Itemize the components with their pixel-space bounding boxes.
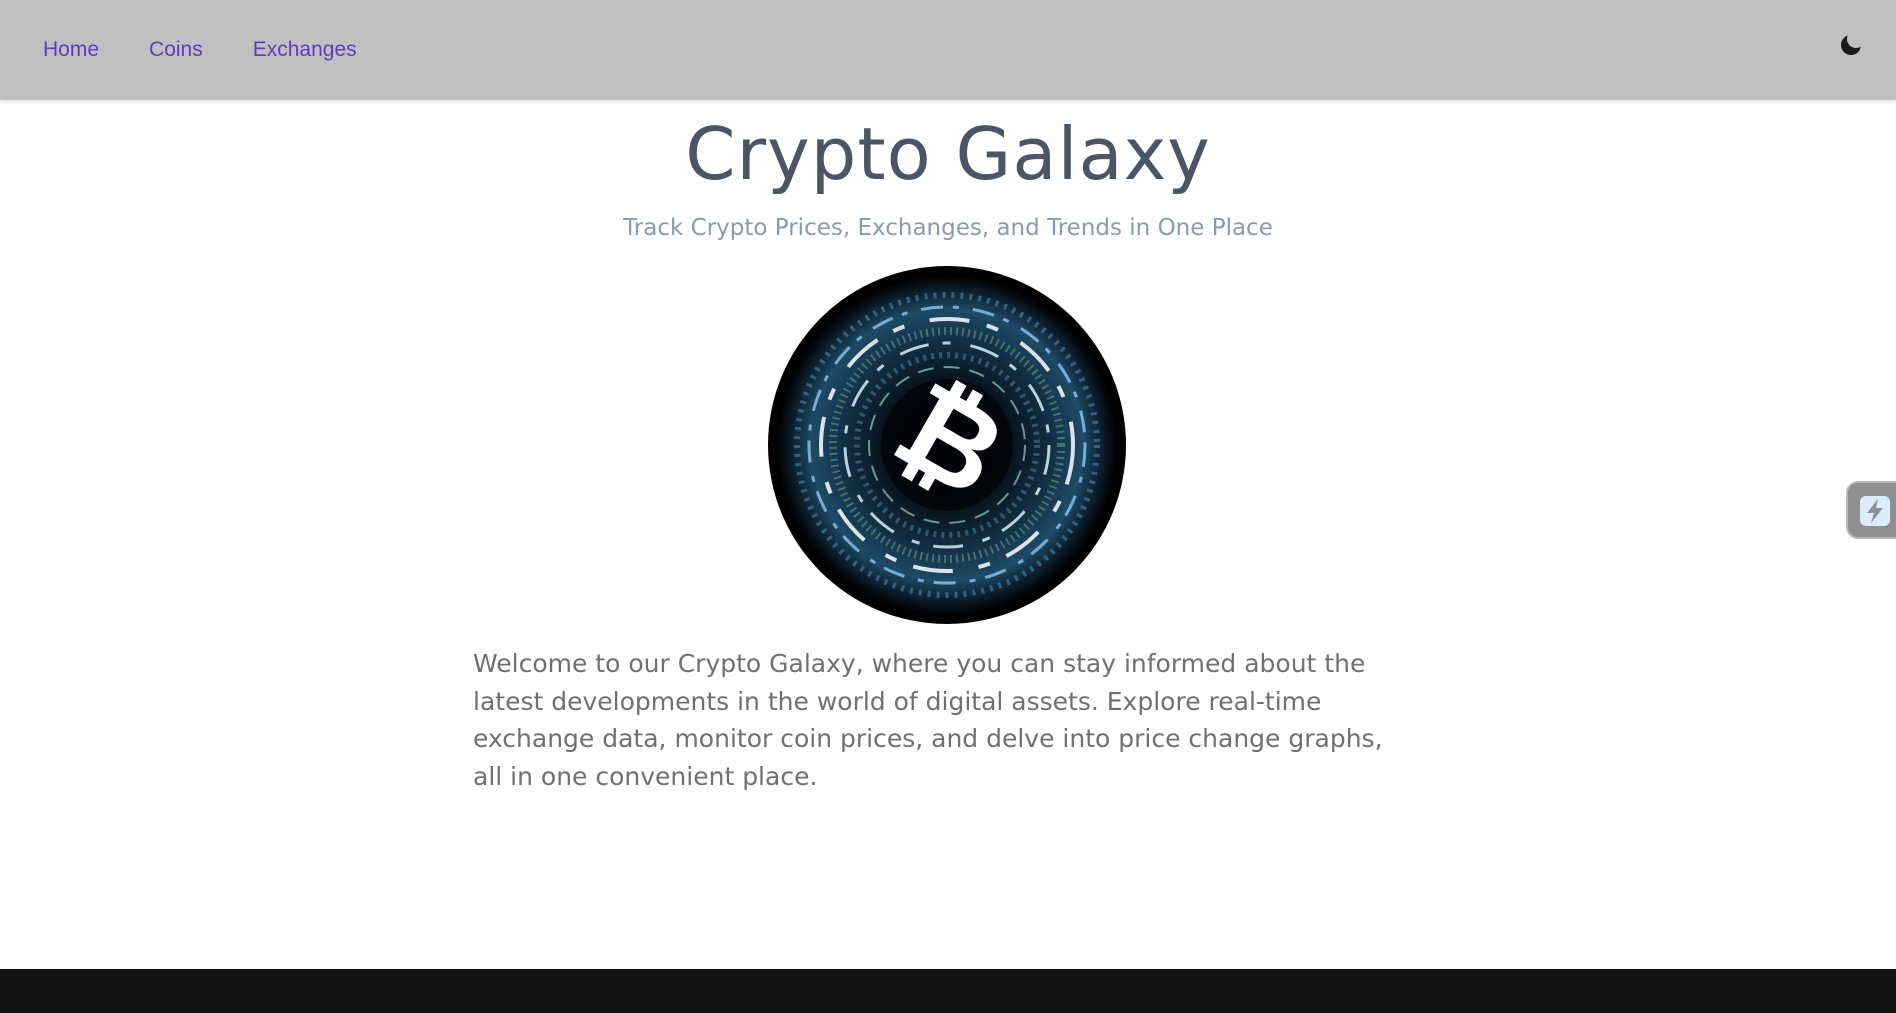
page-footer: [0, 969, 1896, 1013]
bitcoin-hero-image: ₿: [768, 266, 1126, 624]
nav-links: Home Coins Exchanges: [43, 38, 357, 62]
theme-toggle-button[interactable]: [1836, 30, 1866, 60]
bitcoin-icon: ₿: [768, 266, 1126, 624]
nav-link-coins[interactable]: Coins: [149, 38, 203, 62]
side-panel-handle[interactable]: [1846, 481, 1896, 539]
page-subtitle: Track Crypto Prices, Exchanges, and Tren…: [623, 215, 1273, 241]
top-navbar: Home Coins Exchanges: [0, 0, 1896, 100]
welcome-paragraph: Welcome to our Crypto Galaxy, where you …: [473, 649, 1383, 791]
nav-link-exchanges[interactable]: Exchanges: [253, 38, 357, 62]
page-title: Crypto Galaxy: [685, 112, 1211, 196]
nav-link-home[interactable]: Home: [43, 38, 99, 62]
moon-icon: [1841, 35, 1861, 55]
lightning-icon: [1860, 496, 1890, 526]
